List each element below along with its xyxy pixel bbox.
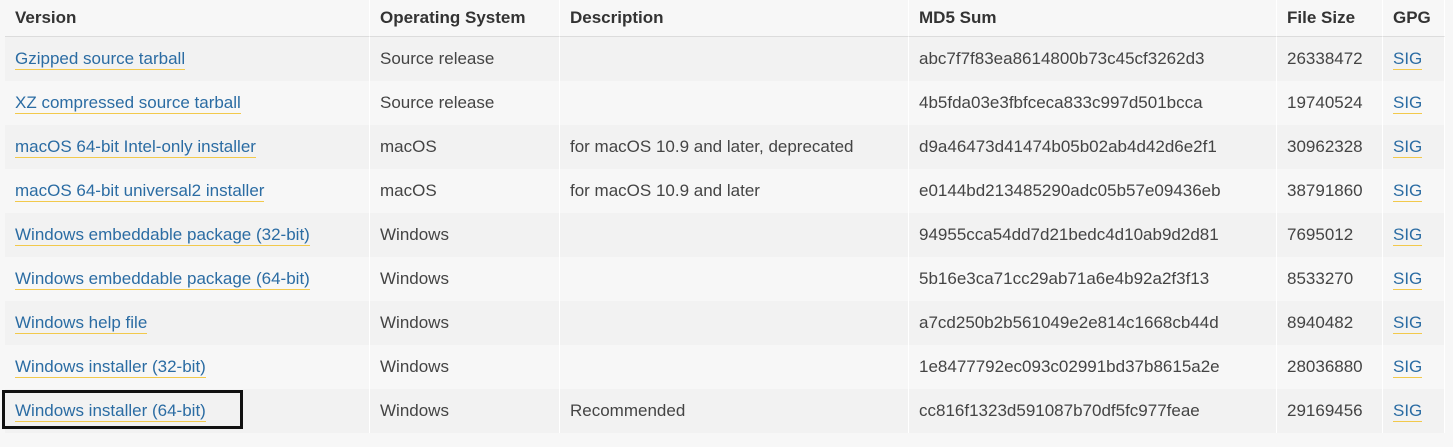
version-cell: Windows embeddable package (64-bit) xyxy=(5,257,370,301)
version-cell: macOS 64-bit Intel-only installer xyxy=(5,125,370,169)
size-cell: 7695012 xyxy=(1277,213,1383,257)
gpg-cell: SIG xyxy=(1383,345,1445,389)
sig-link[interactable]: SIG xyxy=(1393,401,1423,422)
version-cell: Gzipped source tarball xyxy=(5,37,370,81)
sig-link[interactable]: SIG xyxy=(1393,49,1423,70)
md5-cell: 1e8477792ec093c02991bd37b8615a2e xyxy=(909,345,1277,389)
size-cell: 38791860 xyxy=(1277,169,1383,213)
version-cell: macOS 64-bit universal2 installer xyxy=(5,169,370,213)
md5-cell: 4b5fda03e3fbfceca833c997d501bcca xyxy=(909,81,1277,125)
table-row: Windows installer (64-bit) Windows Recom… xyxy=(5,389,1445,433)
download-link-macos-intel-installer[interactable]: macOS 64-bit Intel-only installer xyxy=(15,137,256,158)
header-row: Version Operating System Description MD5… xyxy=(5,0,1445,37)
sig-link[interactable]: SIG xyxy=(1393,137,1423,158)
version-cell: XZ compressed source tarball xyxy=(5,81,370,125)
header-file-size: File Size xyxy=(1277,0,1383,37)
header-gpg: GPG xyxy=(1383,0,1445,37)
os-cell: Windows xyxy=(370,301,560,345)
gpg-cell: SIG xyxy=(1383,257,1445,301)
download-link-windows-installer-32bit[interactable]: Windows installer (32-bit) xyxy=(15,357,206,378)
header-md5-sum: MD5 Sum xyxy=(909,0,1277,37)
table-row: XZ compressed source tarball Source rele… xyxy=(5,81,1445,125)
table-row: Windows help file Windows a7cd250b2b5610… xyxy=(5,301,1445,345)
os-cell: Windows xyxy=(370,213,560,257)
gpg-cell: SIG xyxy=(1383,389,1445,433)
os-cell: macOS xyxy=(370,125,560,169)
table-body: Gzipped source tarball Source release ab… xyxy=(5,37,1445,433)
download-link-windows-embeddable-32bit[interactable]: Windows embeddable package (32-bit) xyxy=(15,225,310,246)
os-cell: Source release xyxy=(370,37,560,81)
md5-cell: d9a46473d41474b05b02ab4d42d6e2f1 xyxy=(909,125,1277,169)
gpg-cell: SIG xyxy=(1383,37,1445,81)
md5-cell: 94955cca54dd7d21bedc4d10ab9d2d81 xyxy=(909,213,1277,257)
size-cell: 30962328 xyxy=(1277,125,1383,169)
gpg-cell: SIG xyxy=(1383,301,1445,345)
size-cell: 26338472 xyxy=(1277,37,1383,81)
header-version: Version xyxy=(5,0,370,37)
download-link-gzipped-source-tarball[interactable]: Gzipped source tarball xyxy=(15,49,186,70)
description-cell xyxy=(560,257,909,301)
description-cell: for macOS 10.9 and later, deprecated xyxy=(560,125,909,169)
os-cell: Source release xyxy=(370,81,560,125)
version-cell: Windows help file xyxy=(5,301,370,345)
os-cell: Windows xyxy=(370,389,560,433)
sig-link[interactable]: SIG xyxy=(1393,93,1423,114)
sig-link[interactable]: SIG xyxy=(1393,181,1423,202)
download-link-xz-compressed-source-tarball[interactable]: XZ compressed source tarball xyxy=(15,93,241,114)
gpg-cell: SIG xyxy=(1383,213,1445,257)
table-row: Windows embeddable package (64-bit) Wind… xyxy=(5,257,1445,301)
download-link-windows-help-file[interactable]: Windows help file xyxy=(15,313,148,334)
size-cell: 19740524 xyxy=(1277,81,1383,125)
table-row: Gzipped source tarball Source release ab… xyxy=(5,37,1445,81)
md5-cell: cc816f1323d591087b70df5fc977feae xyxy=(909,389,1277,433)
description-cell xyxy=(560,213,909,257)
sig-link[interactable]: SIG xyxy=(1393,357,1423,378)
description-cell: for macOS 10.9 and later xyxy=(560,169,909,213)
os-cell: Windows xyxy=(370,257,560,301)
version-cell: Windows installer (64-bit) xyxy=(5,389,370,433)
md5-cell: a7cd250b2b561049e2e814c1668cb44d xyxy=(909,301,1277,345)
gpg-cell: SIG xyxy=(1383,81,1445,125)
os-cell: Windows xyxy=(370,345,560,389)
gpg-cell: SIG xyxy=(1383,125,1445,169)
table-header: Version Operating System Description MD5… xyxy=(5,0,1445,37)
table-row: macOS 64-bit universal2 installer macOS … xyxy=(5,169,1445,213)
download-link-windows-installer-64bit[interactable]: Windows installer (64-bit) xyxy=(15,401,206,422)
header-description: Description xyxy=(560,0,909,37)
table-row: Windows installer (32-bit) Windows 1e847… xyxy=(5,345,1445,389)
gpg-cell: SIG xyxy=(1383,169,1445,213)
size-cell: 28036880 xyxy=(1277,345,1383,389)
table-row: Windows embeddable package (32-bit) Wind… xyxy=(5,213,1445,257)
description-cell xyxy=(560,37,909,81)
md5-cell: e0144bd213485290adc05b57e09436eb xyxy=(909,169,1277,213)
download-link-macos-universal2-installer[interactable]: macOS 64-bit universal2 installer xyxy=(15,181,265,202)
description-cell xyxy=(560,301,909,345)
md5-cell: abc7f7f83ea8614800b73c45cf3262d3 xyxy=(909,37,1277,81)
download-link-windows-embeddable-64bit[interactable]: Windows embeddable package (64-bit) xyxy=(15,269,310,290)
downloads-page: Version Operating System Description MD5… xyxy=(0,0,1453,447)
version-cell: Windows embeddable package (32-bit) xyxy=(5,213,370,257)
description-cell xyxy=(560,81,909,125)
header-operating-system: Operating System xyxy=(370,0,560,37)
description-cell xyxy=(560,345,909,389)
sig-link[interactable]: SIG xyxy=(1393,225,1423,246)
os-cell: macOS xyxy=(370,169,560,213)
size-cell: 8940482 xyxy=(1277,301,1383,345)
md5-cell: 5b16e3ca71cc29ab71a6e4b92a2f3f13 xyxy=(909,257,1277,301)
release-files-table: Version Operating System Description MD5… xyxy=(5,0,1445,433)
version-cell: Windows installer (32-bit) xyxy=(5,345,370,389)
size-cell: 8533270 xyxy=(1277,257,1383,301)
description-cell: Recommended xyxy=(560,389,909,433)
table-row: macOS 64-bit Intel-only installer macOS … xyxy=(5,125,1445,169)
size-cell: 29169456 xyxy=(1277,389,1383,433)
sig-link[interactable]: SIG xyxy=(1393,313,1423,334)
sig-link[interactable]: SIG xyxy=(1393,269,1423,290)
